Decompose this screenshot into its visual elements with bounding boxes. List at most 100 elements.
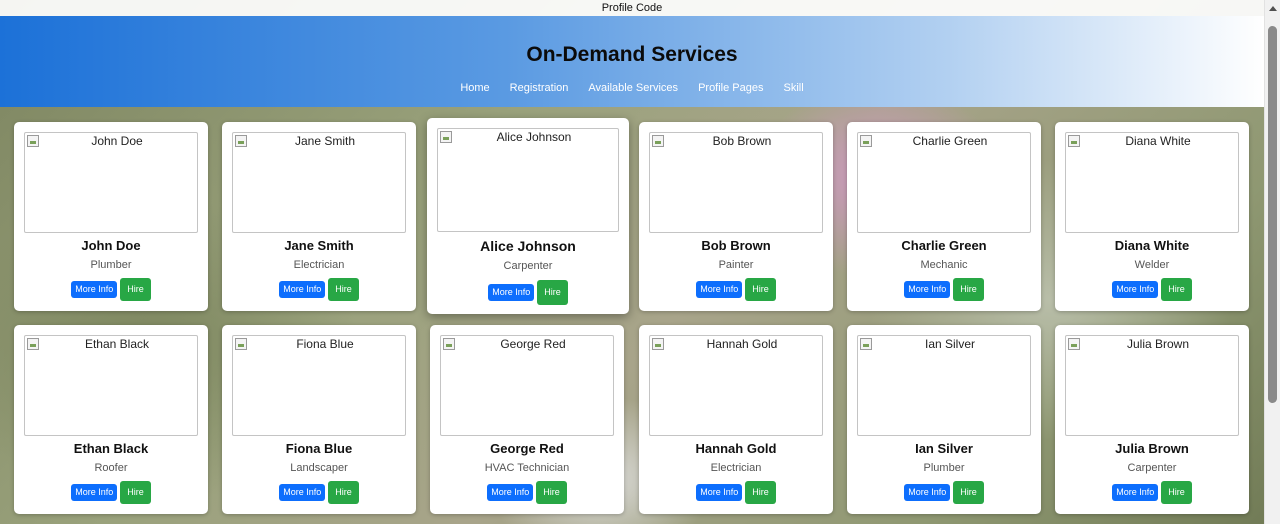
hire-button[interactable]: Hire	[328, 481, 359, 504]
profile-role: Carpenter	[503, 260, 553, 272]
card-actions: More Info Hire	[847, 278, 1041, 301]
more-info-button[interactable]: More Info	[904, 281, 951, 298]
profile-role: Electrician	[710, 462, 762, 474]
profile-name: George Red	[490, 441, 564, 456]
hire-button[interactable]: Hire	[953, 481, 984, 504]
photo-alt-text: Fiona Blue	[296, 337, 354, 351]
photo-alt-text: John Doe	[91, 134, 143, 148]
profile-name: Bob Brown	[701, 238, 771, 253]
more-info-button[interactable]: More Info	[71, 484, 118, 501]
profile-card: Alice Johnson Alice Johnson Carpenter Mo…	[427, 118, 629, 314]
profile-photo: George Red	[440, 335, 614, 436]
profile-name: Charlie Green	[901, 238, 987, 253]
more-info-button[interactable]: More Info	[904, 484, 951, 501]
profile-name: Diana White	[1114, 238, 1190, 253]
profile-photo: Charlie Green	[857, 132, 1031, 233]
profile-role: Landscaper	[290, 462, 348, 474]
profile-card: Ian Silver Ian Silver Plumber More Info H…	[847, 325, 1041, 514]
profile-role: Carpenter	[1127, 462, 1177, 474]
card-actions: More Info Hire	[639, 278, 833, 301]
profile-grid: John Doe John Doe Plumber More Info Hire …	[0, 0, 1264, 524]
profile-role: Plumber	[90, 259, 132, 271]
profile-role: HVAC Technician	[484, 462, 570, 474]
profile-name: Alice Johnson	[480, 238, 576, 254]
hire-button[interactable]: Hire	[120, 481, 151, 504]
broken-image-icon	[27, 135, 39, 147]
broken-image-icon	[440, 131, 452, 143]
hire-button[interactable]: Hire	[1161, 278, 1192, 301]
photo-alt-text: Diana White	[1125, 134, 1191, 148]
profile-card: Diana White Diana White Welder More Info…	[1055, 122, 1249, 311]
profile-role: Mechanic	[920, 259, 968, 271]
card-actions: More Info Hire	[847, 481, 1041, 504]
more-info-button[interactable]: More Info	[696, 484, 743, 501]
more-info-button[interactable]: More Info	[488, 284, 535, 301]
broken-image-icon	[1068, 338, 1080, 350]
card-actions: More Info Hire	[430, 481, 624, 504]
profile-card: Jane Smith Jane Smith Electrician More I…	[222, 122, 416, 311]
broken-image-icon	[860, 338, 872, 350]
hire-button[interactable]: Hire	[745, 278, 776, 301]
photo-alt-text: Bob Brown	[712, 134, 772, 148]
profile-name: Hannah Gold	[695, 441, 777, 456]
hire-button[interactable]: Hire	[328, 278, 359, 301]
hire-button[interactable]: Hire	[1161, 481, 1192, 504]
card-actions: More Info Hire	[222, 481, 416, 504]
card-actions: More Info Hire	[639, 481, 833, 504]
card-actions: More Info Hire	[14, 278, 208, 301]
more-info-button[interactable]: More Info	[696, 281, 743, 298]
hire-button[interactable]: Hire	[536, 481, 567, 504]
profile-name: Fiona Blue	[285, 441, 353, 456]
profile-photo: John Doe	[24, 132, 198, 233]
broken-image-icon	[235, 135, 247, 147]
more-info-button[interactable]: More Info	[279, 484, 326, 501]
broken-image-icon	[860, 135, 872, 147]
hire-button[interactable]: Hire	[120, 278, 151, 301]
scrollbar-thumb[interactable]	[1268, 26, 1277, 403]
more-info-button[interactable]: More Info	[1112, 484, 1159, 501]
profile-photo: Julia Brown	[1065, 335, 1239, 436]
card-actions: More Info Hire	[14, 481, 208, 504]
photo-alt-text: Ian Silver	[924, 337, 976, 351]
broken-image-icon	[652, 338, 664, 350]
more-info-button[interactable]: More Info	[71, 281, 118, 298]
photo-alt-text: George Red	[500, 337, 566, 351]
more-info-button[interactable]: More Info	[279, 281, 326, 298]
vertical-scrollbar[interactable]	[1264, 0, 1280, 524]
photo-alt-text: Ethan Black	[84, 337, 150, 351]
card-actions: More Info Hire	[1055, 278, 1249, 301]
profile-card: Fiona Blue Fiona Blue Landscaper More In…	[222, 325, 416, 514]
photo-alt-text: Jane Smith	[294, 134, 356, 148]
profile-role: Roofer	[94, 462, 128, 474]
profile-card: Julia Brown Julia Brown Carpenter More I…	[1055, 325, 1249, 514]
profile-card: George Red George Red HVAC Technician Mo…	[430, 325, 624, 514]
hire-button[interactable]: Hire	[537, 280, 568, 305]
profile-role: Plumber	[923, 462, 965, 474]
card-actions: More Info Hire	[427, 280, 629, 305]
profile-card: Charlie Green Charlie Green Mechanic Mor…	[847, 122, 1041, 311]
hire-button[interactable]: Hire	[745, 481, 776, 504]
profile-card: Bob Brown Bob Brown Painter More Info Hir…	[639, 122, 833, 311]
profile-card: John Doe John Doe Plumber More Info Hire	[14, 122, 208, 311]
profile-photo: Hannah Gold	[649, 335, 823, 436]
broken-image-icon	[652, 135, 664, 147]
profile-name: Ian Silver	[915, 441, 973, 456]
photo-alt-text: Charlie Green	[912, 134, 988, 148]
more-info-button[interactable]: More Info	[1112, 281, 1159, 298]
hire-button[interactable]: Hire	[953, 278, 984, 301]
card-actions: More Info Hire	[222, 278, 416, 301]
photo-alt-text: Hannah Gold	[706, 337, 778, 351]
more-info-button[interactable]: More Info	[487, 484, 534, 501]
broken-image-icon	[1068, 135, 1080, 147]
photo-alt-text: Alice Johnson	[496, 130, 572, 144]
broken-image-icon	[235, 338, 247, 350]
profile-card: Ethan Black Ethan Black Roofer More Info…	[14, 325, 208, 514]
profile-photo: Ethan Black	[24, 335, 198, 436]
profile-photo: Diana White	[1065, 132, 1239, 233]
profile-name: Ethan Black	[73, 441, 149, 456]
profile-name: Jane Smith	[284, 238, 354, 253]
profile-role: Electrician	[293, 259, 345, 271]
scroll-up-arrow-icon[interactable]	[1269, 6, 1277, 11]
profile-photo: Bob Brown	[649, 132, 823, 233]
profile-role: Painter	[718, 259, 754, 271]
